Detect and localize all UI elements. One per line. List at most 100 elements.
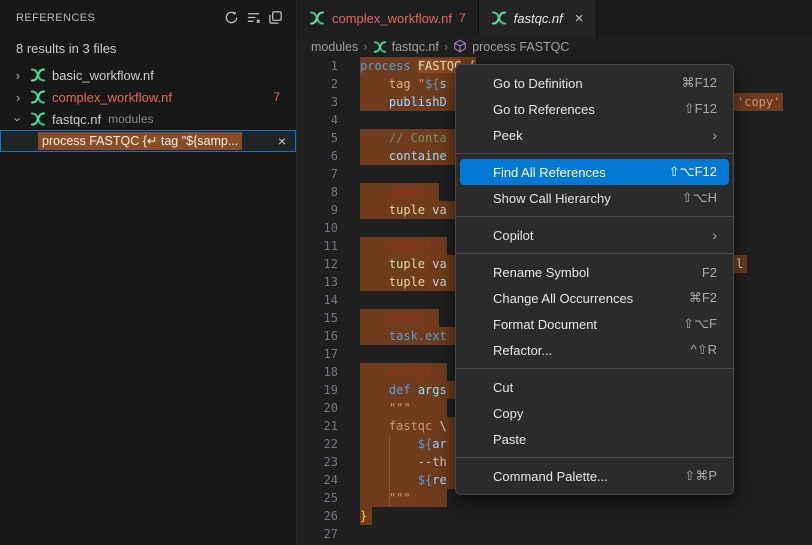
menu-separator xyxy=(456,368,733,369)
line-number[interactable]: 20 xyxy=(297,399,338,417)
breadcrumb-item[interactable]: fastqc.nf xyxy=(373,39,439,54)
line-number[interactable]: 4 xyxy=(297,111,338,129)
refresh-icon[interactable] xyxy=(220,7,242,29)
menu-item-label: Copy xyxy=(493,406,717,421)
tree-chevron-icon[interactable]: › xyxy=(10,68,26,83)
code-text: input: xyxy=(360,185,432,199)
code-text: def args xyxy=(360,383,447,397)
line-number[interactable]: 6 xyxy=(297,147,338,165)
editor-tab[interactable]: complex_workflow.nf7 xyxy=(297,0,479,36)
line-number[interactable]: 18 xyxy=(297,363,338,381)
menu-item-shortcut: ⌘F12 xyxy=(682,75,717,91)
code-line[interactable]: 26} xyxy=(297,507,812,525)
menu-item-go-to-definition[interactable]: Go to Definition⌘F12 xyxy=(460,70,729,96)
line-number[interactable]: 13 xyxy=(297,273,338,291)
dismiss-result-icon[interactable]: × xyxy=(278,134,286,148)
clear-all-icon[interactable] xyxy=(242,7,264,29)
breadcrumb-separator: › xyxy=(444,39,448,54)
code-line-content: fastqc \ xyxy=(360,417,447,435)
tab-close-icon[interactable]: × xyxy=(575,11,584,26)
menu-item-rename-symbol[interactable]: Rename SymbolF2 xyxy=(460,259,729,285)
reference-result-row[interactable]: process FASTQC {↵ tag "${samp... × xyxy=(0,130,296,152)
code-text: tuple va xyxy=(360,203,447,217)
line-number[interactable]: 22 xyxy=(297,435,338,453)
line-number[interactable]: 17 xyxy=(297,345,338,363)
code-text: task.ext xyxy=(360,329,447,343)
code-line-content: def args xyxy=(360,381,447,399)
reference-file-row[interactable]: ›complex_workflow.nf7 xyxy=(0,86,296,108)
reference-file-row[interactable]: ›fastqc.nfmodules xyxy=(0,108,296,130)
line-number[interactable]: 27 xyxy=(297,525,338,543)
editor-tabbar: complex_workflow.nf7fastqc.nf× xyxy=(297,0,812,36)
line-number[interactable]: 7 xyxy=(297,165,338,183)
breadcrumb-item[interactable]: process FASTQC xyxy=(453,39,569,54)
line-number[interactable]: 16 xyxy=(297,327,338,345)
menu-item-shortcut: ⇧⌘P xyxy=(684,468,717,484)
menu-item-show-call-hierarchy[interactable]: Show Call Hierarchy⇧⌥H xyxy=(460,185,729,211)
code-text: ${re xyxy=(360,473,447,487)
menu-item-paste[interactable]: Paste xyxy=(460,426,729,452)
line-number[interactable]: 9 xyxy=(297,201,338,219)
line-number[interactable]: 15 xyxy=(297,309,338,327)
line-number[interactable]: 12 xyxy=(297,255,338,273)
menu-item-change-all-occurrences[interactable]: Change All Occurrences⌘F2 xyxy=(460,285,729,311)
menu-item-find-all-references[interactable]: Find All References⇧⌥F12 xyxy=(460,159,729,185)
code-line-content: // Conta xyxy=(360,129,447,147)
line-number[interactable]: 21 xyxy=(297,417,338,435)
reference-file-row[interactable]: ›basic_workflow.nf xyxy=(0,64,296,86)
line-number[interactable]: 8 xyxy=(297,183,338,201)
line-number[interactable]: 24 xyxy=(297,471,338,489)
code-line-content: ${re xyxy=(360,471,447,489)
line-number[interactable]: 23 xyxy=(297,453,338,471)
code-line-content: when: xyxy=(360,309,425,327)
line-number[interactable]: 2 xyxy=(297,75,338,93)
menu-item-refactor[interactable]: Refactor...^⇧R xyxy=(460,337,729,363)
tree-chevron-icon[interactable]: › xyxy=(10,112,26,127)
file-name: fastqc.nf xyxy=(52,112,101,127)
code-line-content: tuple val xyxy=(360,255,447,273)
tab-label: complex_workflow.nf xyxy=(332,11,452,26)
line-number[interactable]: 11 xyxy=(297,237,338,255)
collapse-all-icon[interactable] xyxy=(264,7,286,29)
code-line-content: script: xyxy=(360,363,439,381)
code-line-content: ${ar xyxy=(360,435,447,453)
menu-item-label: Refactor... xyxy=(493,343,691,358)
line-number[interactable]: 26 xyxy=(297,507,338,525)
tree-chevron-icon[interactable]: › xyxy=(10,90,26,105)
menu-item-copy[interactable]: Copy xyxy=(460,400,729,426)
line-number[interactable]: 10 xyxy=(297,219,338,237)
menu-item-format-document[interactable]: Format Document⇧⌥F xyxy=(460,311,729,337)
code-text: tuple va xyxy=(360,257,447,271)
menu-item-label: Show Call Hierarchy xyxy=(493,191,682,206)
line-number[interactable]: 25 xyxy=(297,489,338,507)
menu-separator xyxy=(456,253,733,254)
menu-item-go-to-references[interactable]: Go to References⇧F12 xyxy=(460,96,729,122)
line-number[interactable]: 5 xyxy=(297,129,338,147)
menu-item-shortcut: ⇧⌥F xyxy=(683,316,717,332)
code-line-content: tuple va xyxy=(360,201,447,219)
menu-item-shortcut: ^⇧R xyxy=(691,342,717,358)
menu-item-label: Find All References xyxy=(493,165,669,180)
menu-item-peek[interactable]: Peek› xyxy=(460,122,729,148)
code-line-content: containe xyxy=(360,147,447,165)
code-line-content: """ xyxy=(360,489,411,507)
menu-item-copilot[interactable]: Copilot› xyxy=(460,222,729,248)
menu-separator xyxy=(456,216,733,217)
menu-item-cut[interactable]: Cut xyxy=(460,374,729,400)
code-text: ${ar xyxy=(360,437,447,451)
code-line[interactable]: 27 xyxy=(297,525,812,543)
editor-tab[interactable]: fastqc.nf× xyxy=(479,0,597,36)
code-text: output: xyxy=(360,239,439,253)
line-number[interactable]: 1 xyxy=(297,57,338,75)
line-number[interactable]: 19 xyxy=(297,381,338,399)
line-number[interactable]: 14 xyxy=(297,291,338,309)
breadcrumb-separator: › xyxy=(363,39,367,54)
menu-item-shortcut: ⌘F2 xyxy=(689,290,717,306)
menu-item-label: Format Document xyxy=(493,317,683,332)
breadcrumb-item[interactable]: modules xyxy=(311,40,358,54)
nextflow-file-icon xyxy=(491,10,507,26)
menu-item-command-palette[interactable]: Command Palette...⇧⌘P xyxy=(460,463,729,489)
line-number[interactable]: 3 xyxy=(297,93,338,111)
code-text: --th xyxy=(360,455,447,469)
result-count-badge: 7 xyxy=(273,90,284,104)
